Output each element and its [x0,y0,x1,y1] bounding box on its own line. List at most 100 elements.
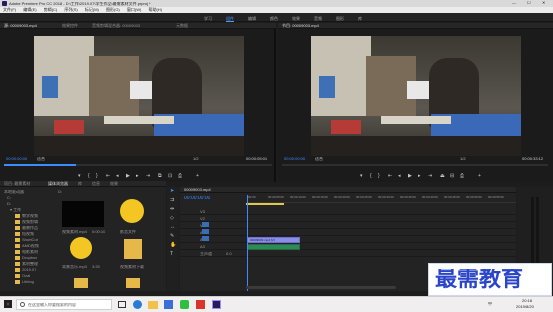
pen-tool-icon[interactable]: ✎ [170,234,174,239]
clock-time[interactable]: 20:18 [522,299,532,303]
timeline-timecode[interactable]: 00:00:00:00 [184,196,210,201]
menu-marker[interactable]: 标记(M) [85,8,99,12]
step-back-icon[interactable]: ◂ [116,174,119,179]
close-button[interactable]: ✕ [542,1,545,5]
source-fraction[interactable]: 1/2 [193,157,199,161]
tree-item[interactable]: AMD视频 [22,244,39,248]
playhead[interactable] [247,195,248,291]
track-target-icon[interactable] [202,222,209,227]
track-select-icon[interactable]: ⇉ [170,198,174,203]
tab-effect-controls[interactable]: 效果控件 [62,24,78,28]
tab-source[interactable]: 源: 00009003.mp4 [4,24,37,28]
app-icon[interactable] [196,300,205,309]
workspace-color[interactable]: 颜色 [270,16,278,22]
go-to-out-icon[interactable]: ⇥ [428,174,432,179]
tree-item[interactable]: D: [7,202,11,206]
step-back-icon[interactable]: ◂ [398,174,401,179]
export-frame-icon[interactable]: ⎙ [460,174,464,179]
tree-item[interactable]: 视频剪辑 [22,220,38,224]
track-target-icon[interactable] [202,229,209,234]
step-forward-icon[interactable]: ▸ [136,174,139,179]
mark-in-icon[interactable]: { [370,174,372,179]
tree-item[interactable]: ShortCut [22,238,38,242]
tab-project[interactable]: 项目: 最需素材 [4,182,30,186]
premiere-taskbar-icon[interactable] [212,300,221,309]
edge-icon[interactable] [133,300,142,309]
source-fit-dropdown[interactable]: 适合 [37,157,45,161]
menu-help[interactable]: 帮助(H) [148,8,162,12]
clock-date[interactable]: 2019/8/20 [516,305,534,309]
task-view-icon[interactable] [118,301,126,308]
time-ruler[interactable]: 00:00 00:00:05:00 00:00:10:00 00:00:15:0… [246,195,516,203]
lift-icon[interactable]: ⏏ [440,174,445,179]
maximize-button[interactable]: ☐ [527,1,531,5]
add-button-icon[interactable]: + [478,174,481,179]
folder-thumbnail[interactable] [126,278,140,288]
tab-info[interactable]: 信息 [92,182,100,186]
program-scrubber[interactable] [282,164,548,166]
tree-item[interactable]: 最需作品 [22,226,38,230]
workspace-audio[interactable]: 音频 [314,16,322,22]
tree-item[interactable]: Lifelog [22,280,34,284]
slip-tool-icon[interactable]: ↔ [170,225,175,230]
master-value[interactable]: 0.0 [226,252,232,256]
timeline-zoom-scrollbar[interactable] [246,286,396,289]
media-thumbnail[interactable] [62,201,104,227]
hand-tool-icon[interactable]: ✋ [170,243,176,248]
selection-tool-icon[interactable]: ➤ [170,189,174,194]
track-target-icon[interactable] [202,236,209,241]
tab-sequence[interactable]: 00009003.mp4 [184,188,211,192]
track-label[interactable]: 主声道 [200,252,212,256]
workspace-effects[interactable]: 效果 [292,16,300,22]
ime-indicator[interactable]: 中 [488,302,492,306]
razor-tool-icon[interactable]: ◇ [170,216,174,221]
tree-item[interactable]: 短视频 [22,232,34,236]
step-forward-icon[interactable]: ▸ [418,174,421,179]
tree-item[interactable]: C: [7,196,11,200]
workspace-learn[interactable]: 学习 [204,16,212,22]
track-label[interactable]: V2 [200,217,205,221]
tab-media-browser[interactable]: 媒体浏览器 [48,182,68,186]
file-explorer-icon[interactable] [148,301,158,309]
workspace-assembly[interactable]: 组件 [226,16,234,22]
type-tool-icon[interactable]: T [170,252,173,257]
app-thumbnail[interactable] [70,237,92,259]
menu-graphics[interactable]: 图形(G) [106,8,120,12]
go-to-out-icon[interactable]: ⇥ [146,174,150,179]
tab-program[interactable]: 节目: 00009003.mp4 [282,24,319,28]
work-area-bar[interactable] [246,203,284,205]
tree-item[interactable]: 素材整理 [22,262,38,266]
store-icon[interactable] [164,300,173,309]
overwrite-icon[interactable]: ⊡ [168,174,172,179]
tree-item[interactable]: Dropbox [22,256,37,260]
add-button-icon[interactable]: + [196,174,199,179]
folder-thumbnail[interactable] [124,239,142,259]
windows-start-icon[interactable] [4,300,12,308]
tree-item[interactable]: 本地驱动器 [4,190,24,194]
tab-metadata[interactable]: 元数据 [176,24,188,28]
tree-item[interactable]: 教学视频 [22,214,38,218]
app-thumbnail[interactable] [120,199,144,223]
wechat-icon[interactable] [180,300,189,309]
tree-item[interactable]: 2019.07 [22,268,36,272]
insert-icon[interactable]: ⧉ [158,174,162,179]
extract-icon[interactable]: ⊟ [450,174,454,179]
play-icon[interactable]: ▶ [408,174,412,179]
video-clip[interactable]: 00009003.mp4 [V] [247,237,300,243]
tab-libraries[interactable]: 库 [78,182,82,186]
tree-item[interactable]: ▾ 工作 [10,208,21,212]
go-to-in-icon[interactable]: ⇤ [388,174,392,179]
menu-clip[interactable]: 剪辑(C) [44,8,58,12]
marker-icon[interactable]: ▾ [360,174,363,179]
play-icon[interactable]: ▶ [126,174,130,179]
tab-effects[interactable]: 效果 [110,182,118,186]
marker-icon[interactable]: ▾ [78,174,81,179]
mark-out-icon[interactable]: } [378,174,380,179]
tree-item[interactable]: Ozal [22,274,30,278]
tree-item[interactable]: 电影素材 [22,250,38,254]
program-fit-dropdown[interactable]: 适合 [315,157,323,161]
ripple-edit-icon[interactable]: ⇹ [170,207,174,212]
minimize-button[interactable]: — [512,1,516,5]
source-timecode-left[interactable]: 00:00:00:00 [6,157,27,161]
menu-window[interactable]: 窗口(W) [127,8,141,12]
